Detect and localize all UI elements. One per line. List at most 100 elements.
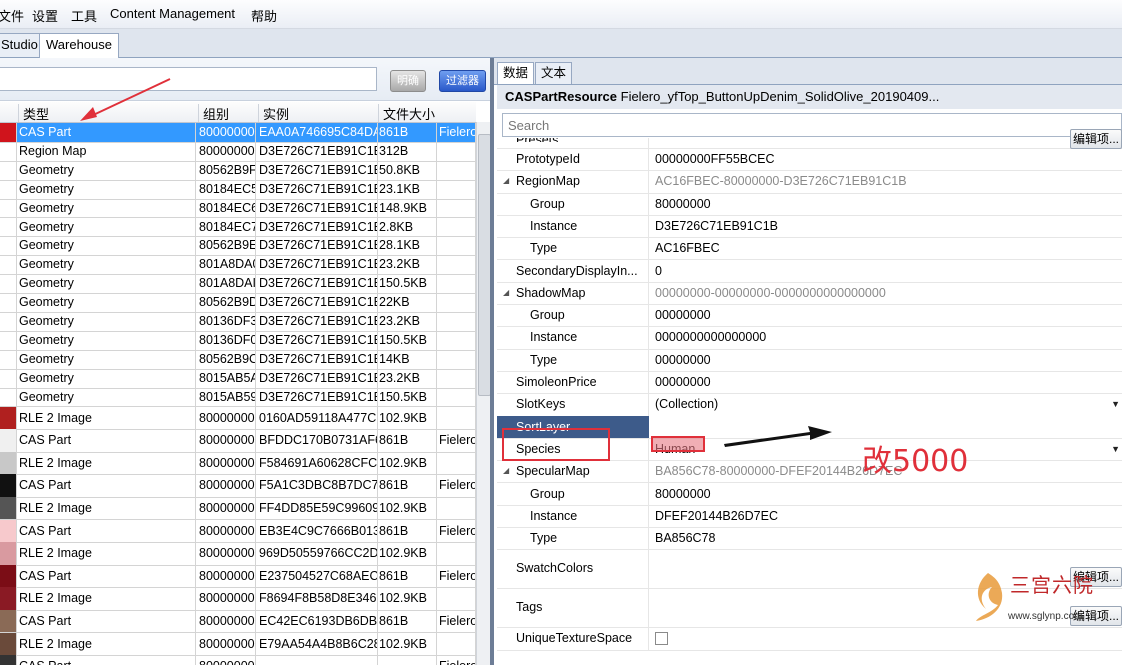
table-row[interactable]: CAS Part 80000000 BFDDC170B0731AF6 861B Fiel… <box>0 429 476 453</box>
menu-settings[interactable]: 设置 <box>32 6 58 25</box>
cell-name <box>438 349 476 369</box>
property-row[interactable]: PrototypeId 00000000FF55BCEC <box>497 148 1122 172</box>
property-row[interactable]: SimoleonPrice 00000000 <box>497 371 1122 395</box>
cell-type: Geometry <box>18 312 196 331</box>
table-row[interactable]: CAS Part 80000000 F5A1C3DBC8B7DC7I 861B Fiel… <box>0 474 476 498</box>
collapse-triangle-icon[interactable]: ◢ <box>503 170 509 192</box>
grid-scrollbar[interactable] <box>476 122 491 665</box>
property-value[interactable]: 00000000FF55BCEC <box>648 148 1122 171</box>
property-value[interactable]: 00000000 <box>648 371 1122 394</box>
property-row[interactable]: Group 80000000 <box>497 482 1122 506</box>
property-row[interactable]: SlotKeys (Collection) ▼ <box>497 393 1122 417</box>
table-row[interactable]: Geometry 80562B9E D3E726C71EB91C1B 28.1KB <box>0 236 476 257</box>
property-row[interactable]: Group 00000000 <box>497 304 1122 328</box>
dropdown-arrow-icon[interactable]: ▼ <box>1111 393 1120 415</box>
property-value[interactable]: (Collection) <box>648 393 1122 416</box>
property-name: SlotKeys <box>516 397 566 412</box>
table-row[interactable]: RLE 2 Image 80000000 FF4DD85E59C99609 102.9… <box>0 496 476 521</box>
table-row[interactable]: Geometry 80562B9D D3E726C71EB91C1B 22KB <box>0 293 476 313</box>
property-row[interactable]: Type BA856C78 <box>497 527 1122 551</box>
table-row[interactable]: Geometry 80562B9F D3E726C71EB91C1B 50.8KB <box>0 160 476 181</box>
table-row[interactable]: Geometry 80136DF3 D3E726C71EB91C1B 23.2KB <box>0 312 476 332</box>
grid-header: 类型 组别 实例 文件大小 <box>0 102 476 123</box>
dropdown-arrow-icon[interactable]: ▼ <box>1111 438 1120 460</box>
property-value[interactable]: 0 <box>648 259 1122 282</box>
cell-group: 80562B9C <box>198 349 256 369</box>
property-value[interactable]: DFEF20144B26D7EC <box>648 504 1122 528</box>
property-value[interactable]: 80000000 <box>648 482 1122 505</box>
column-header-instance[interactable]: 实例 <box>258 104 377 122</box>
table-row[interactable]: RLE 2 Image 80000000 969D50559766CC2D 102.9… <box>0 542 476 566</box>
table-row[interactable]: CAS Part 80000000 EC42EC6193DB6DB6 861B Fiel… <box>0 609 476 634</box>
property-name: Presets <box>516 138 646 142</box>
filter-button[interactable]: 过滤器 <box>439 70 486 92</box>
column-header-group[interactable]: 组别 <box>198 104 257 122</box>
cell-group: 80000000 <box>198 542 256 565</box>
property-row[interactable]: Instance DFEF20144B26D7EC <box>497 504 1122 529</box>
collapse-triangle-icon[interactable]: ◢ <box>503 282 509 304</box>
property-row[interactable]: Instance D3E726C71EB91C1B <box>497 214 1122 239</box>
tab-data[interactable]: 数据 <box>497 62 535 84</box>
table-row[interactable]: Geometry 8015AB5A D3E726C71EB91C1B 23.2KB <box>0 368 476 389</box>
property-row[interactable]: ◢ SpecularMap BA856C78-80000000-DFEF20144B… <box>497 460 1122 484</box>
filter-input[interactable] <box>0 67 377 91</box>
annotation-arrow-left <box>80 78 171 121</box>
table-row[interactable]: Geometry 80184EC5 D3E726C71EB91C1B 23.1KB <box>0 179 476 200</box>
property-value[interactable] <box>648 138 1122 148</box>
property-value[interactable]: 0000000000000000 <box>648 326 1122 349</box>
table-row[interactable]: CAS Part80000000 Fielero <box>0 655 476 665</box>
property-row[interactable]: Instance 0000000000000000 <box>497 326 1122 350</box>
table-row[interactable]: Geometry 8015AB59 D3E726C71EB91C1B 150.5KB <box>0 387 476 408</box>
edit-items-button[interactable]: 编辑项... <box>1070 129 1122 149</box>
table-row[interactable]: RLE 2 Image 80000000 F8694F8B58D8E346 102.9… <box>0 587 476 611</box>
menu-tools[interactable]: 工具 <box>71 6 97 25</box>
table-row[interactable]: Geometry 80136DF0 D3E726C71EB91C1B 150.5KB <box>0 330 476 351</box>
property-value[interactable] <box>648 627 1122 650</box>
menu-file[interactable]: 文件 <box>0 6 24 25</box>
property-search-input[interactable]: Search <box>502 113 1122 137</box>
table-row[interactable]: RLE 2 Image 80000000 E79AA54A4B8B6C28 102.9… <box>0 632 476 657</box>
table-row[interactable]: Geometry 801A8DA0 D3E726C71EB91C1B 23.2KB <box>0 255 476 276</box>
property-row[interactable]: SecondaryDisplayIn... 0 <box>497 259 1122 283</box>
table-row[interactable]: RLE 2 Image 80000000 0160AD59118A477C 102.9… <box>0 406 476 431</box>
property-value[interactable]: AC16FBEC-80000000-D3E726C71EB91C1B <box>648 170 1122 193</box>
tab-warehouse[interactable]: Warehouse <box>39 33 119 58</box>
property-value[interactable]: 80000000 <box>648 192 1122 215</box>
property-row[interactable]: UniqueTextureSpace <box>497 627 1122 651</box>
table-row[interactable]: Region Map 80000000 D3E726C71EB91C1B 312B <box>0 141 476 162</box>
property-row[interactable]: Type 00000000 <box>497 348 1122 372</box>
property-value[interactable]: D3E726C71EB91C1B <box>648 214 1122 238</box>
property-row[interactable]: Type AC16FBEC <box>497 237 1122 261</box>
tab-text[interactable]: 文本 <box>535 62 573 84</box>
menu-help[interactable]: 帮助 <box>251 6 277 25</box>
cell-type: RLE 2 Image <box>18 451 196 475</box>
table-row[interactable]: CAS Part 80000000 E237504527C68AEC 861B Fiel… <box>0 564 476 589</box>
table-row[interactable]: CAS Part 80000000 EB3E4C9C7666B013 861B Fiel… <box>0 519 476 544</box>
table-row[interactable]: RLE 2 Image 80000000 F584691A60628CFC 102.9… <box>0 451 476 476</box>
property-value[interactable]: BA856C78 <box>648 527 1122 550</box>
cell-size: 23.1KB <box>378 179 437 199</box>
property-value[interactable]: 00000000 <box>648 348 1122 371</box>
property-row[interactable]: Group 80000000 <box>497 192 1122 216</box>
cell-group: 80000000 <box>198 429 256 452</box>
property-row[interactable]: ◢ ShadowMap 00000000-00000000-000000000000… <box>497 281 1122 306</box>
menu-bar: 文件 设置 工具 Content Management 帮助 <box>0 0 1122 29</box>
property-row[interactable]: ◢ RegionMap AC16FBEC-80000000-D3E726C71EB9… <box>497 170 1122 194</box>
property-value[interactable]: AC16FBEC <box>648 237 1122 260</box>
table-row[interactable]: CAS Part 80000000 EAA0A746695C84DA 861B Fiel… <box>0 123 476 143</box>
menu-content-management[interactable]: Content Management <box>110 6 235 21</box>
clear-button[interactable]: 明确 <box>390 70 426 92</box>
cell-instance: D3E726C71EB91C1B <box>258 255 378 275</box>
collapse-triangle-icon[interactable]: ◢ <box>503 460 509 482</box>
table-row[interactable]: Geometry 80184EC6 D3E726C71EB91C1B 148.9KB <box>0 198 476 219</box>
table-row[interactable]: Geometry 801A8DAI D3E726C71EB91C1B 150.5KB <box>0 274 476 295</box>
table-row[interactable]: Geometry 80562B9C D3E726C71EB91C1B 14KB <box>0 349 476 370</box>
column-header-size[interactable]: 文件大小 <box>378 104 439 122</box>
cell-type: Geometry <box>18 160 196 180</box>
cell-size: 102.9KB <box>378 587 437 610</box>
property-value[interactable]: 00000000-00000000-0000000000000000 <box>648 281 1122 305</box>
property-value[interactable]: 00000000 <box>648 304 1122 327</box>
unique-texture-checkbox[interactable] <box>655 632 668 646</box>
table-row[interactable]: Geometry 80184EC7 D3E726C71EB91C1B 2.8KB <box>0 217 476 238</box>
property-name: Tags <box>516 600 543 615</box>
